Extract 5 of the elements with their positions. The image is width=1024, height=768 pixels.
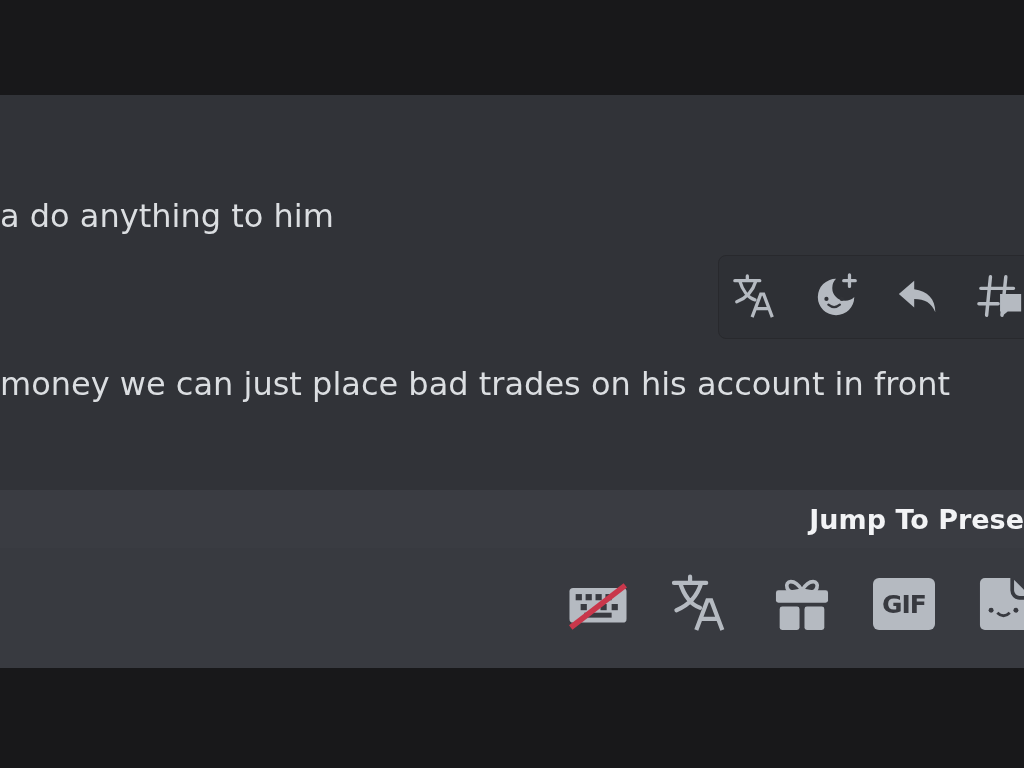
jump-to-present-bar[interactable]: Jump To Prese [0, 490, 1024, 548]
message-text: a do anything to him [0, 196, 335, 237]
jump-label: Jump To Prese [809, 503, 1024, 535]
gif-button[interactable]: GIF [873, 578, 935, 630]
message-text: money we can just place bad trades on his account in front [0, 364, 952, 405]
